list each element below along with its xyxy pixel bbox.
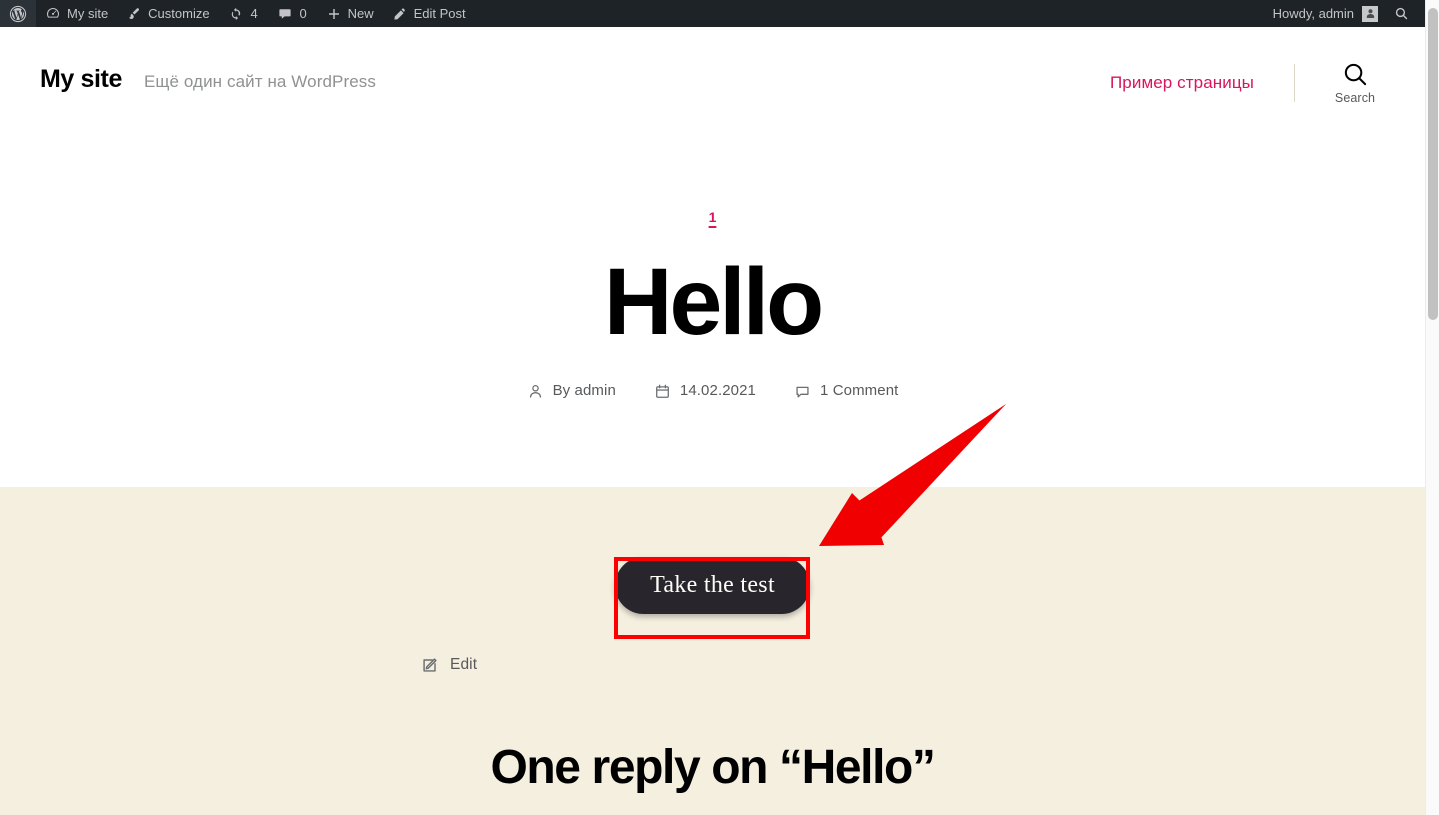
article-header: 1 Hello By admin 14.02.2021 1 Comment	[0, 127, 1425, 487]
comments-heading: One reply on “Hello”	[490, 741, 935, 794]
adminbar-edit-post-label: Edit Post	[413, 5, 466, 21]
post-content-area: Take the test Edit One reply on “Hello”	[0, 487, 1425, 815]
site-tagline: Ещё один сайт на WordPress	[143, 72, 376, 91]
post-category-link[interactable]: 1	[709, 209, 717, 225]
adminbar-wp-logo[interactable]	[0, 0, 36, 27]
post-comment-count-label: 1 Comment	[819, 382, 899, 399]
adminbar-comments-count: 0	[299, 5, 307, 21]
post-author-label: By admin	[552, 382, 616, 399]
adminbar-customize-label: Customize	[148, 5, 210, 21]
dashboard-icon	[45, 6, 61, 22]
plus-icon	[326, 6, 342, 22]
post-author[interactable]: By admin	[527, 382, 616, 400]
adminbar-comments[interactable]: 0	[268, 0, 317, 27]
wordpress-logo-icon	[9, 5, 27, 23]
post-comment-count[interactable]: 1 Comment	[794, 382, 898, 400]
adminbar-new[interactable]: New	[317, 0, 383, 27]
person-icon	[527, 383, 544, 400]
site-branding: My site Ещё один сайт на WordPress	[40, 65, 376, 94]
post-date[interactable]: 14.02.2021	[654, 382, 756, 400]
adminbar-new-label: New	[347, 5, 374, 21]
post-date-label: 14.02.2021	[679, 382, 756, 399]
adminbar-search-button[interactable]	[1384, 0, 1419, 27]
adminbar-updates[interactable]: 4	[219, 0, 268, 27]
wp-admin-bar: My site Customize 4 0 New Edit Post Howd…	[0, 0, 1425, 27]
search-toggle-label: Search	[1334, 91, 1376, 105]
adminbar-right-group: Howdy, admin	[1263, 0, 1425, 27]
adminbar-edit-post[interactable]: Edit Post	[383, 0, 475, 27]
category-line: 1	[0, 209, 1425, 227]
take-the-test-button[interactable]: Take the test	[615, 557, 810, 614]
site-title[interactable]: My site	[40, 65, 122, 94]
calendar-icon	[654, 383, 671, 400]
adminbar-howdy-label: Howdy, admin	[1272, 5, 1354, 21]
paintbrush-icon	[126, 6, 142, 22]
page-root: My site Customize 4 0 New Edit Post Howd…	[0, 0, 1439, 815]
pencil-icon	[392, 6, 408, 22]
adminbar-customize[interactable]: Customize	[117, 0, 218, 27]
primary-menu: Пример страницы	[1110, 61, 1254, 105]
search-icon	[1342, 61, 1369, 88]
edit-post-label: Edit	[450, 656, 478, 673]
menu-item-sample-page[interactable]: Пример страницы	[1110, 73, 1254, 93]
adminbar-updates-count: 4	[250, 5, 258, 21]
comment-icon	[794, 383, 811, 400]
nav-divider	[1294, 64, 1295, 102]
updates-icon	[228, 6, 244, 22]
adminbar-left-group: My site Customize 4 0 New Edit Post	[0, 0, 475, 27]
page-title: Hello	[603, 249, 824, 355]
page-scrollbar-track[interactable]	[1425, 0, 1439, 815]
site-header: My site Ещё один сайт на WordPress Приме…	[0, 27, 1425, 127]
page-scrollbar-thumb[interactable]	[1428, 8, 1438, 320]
adminbar-my-site[interactable]: My site	[36, 0, 117, 27]
search-icon	[1394, 6, 1409, 21]
header-navigation: Пример страницы Search	[1110, 61, 1383, 105]
cta-wrapper: Take the test	[0, 557, 1425, 614]
search-toggle-button[interactable]: Search	[1327, 61, 1383, 105]
adminbar-my-site-label: My site	[67, 5, 109, 21]
post-meta: By admin 14.02.2021 1 Comment	[0, 382, 1425, 400]
user-avatar-icon	[1362, 5, 1378, 22]
edit-post-link[interactable]: Edit	[420, 656, 477, 675]
adminbar-account[interactable]: Howdy, admin	[1263, 0, 1384, 27]
comment-bubble-icon	[277, 6, 293, 22]
edit-pencil-icon	[420, 656, 439, 675]
